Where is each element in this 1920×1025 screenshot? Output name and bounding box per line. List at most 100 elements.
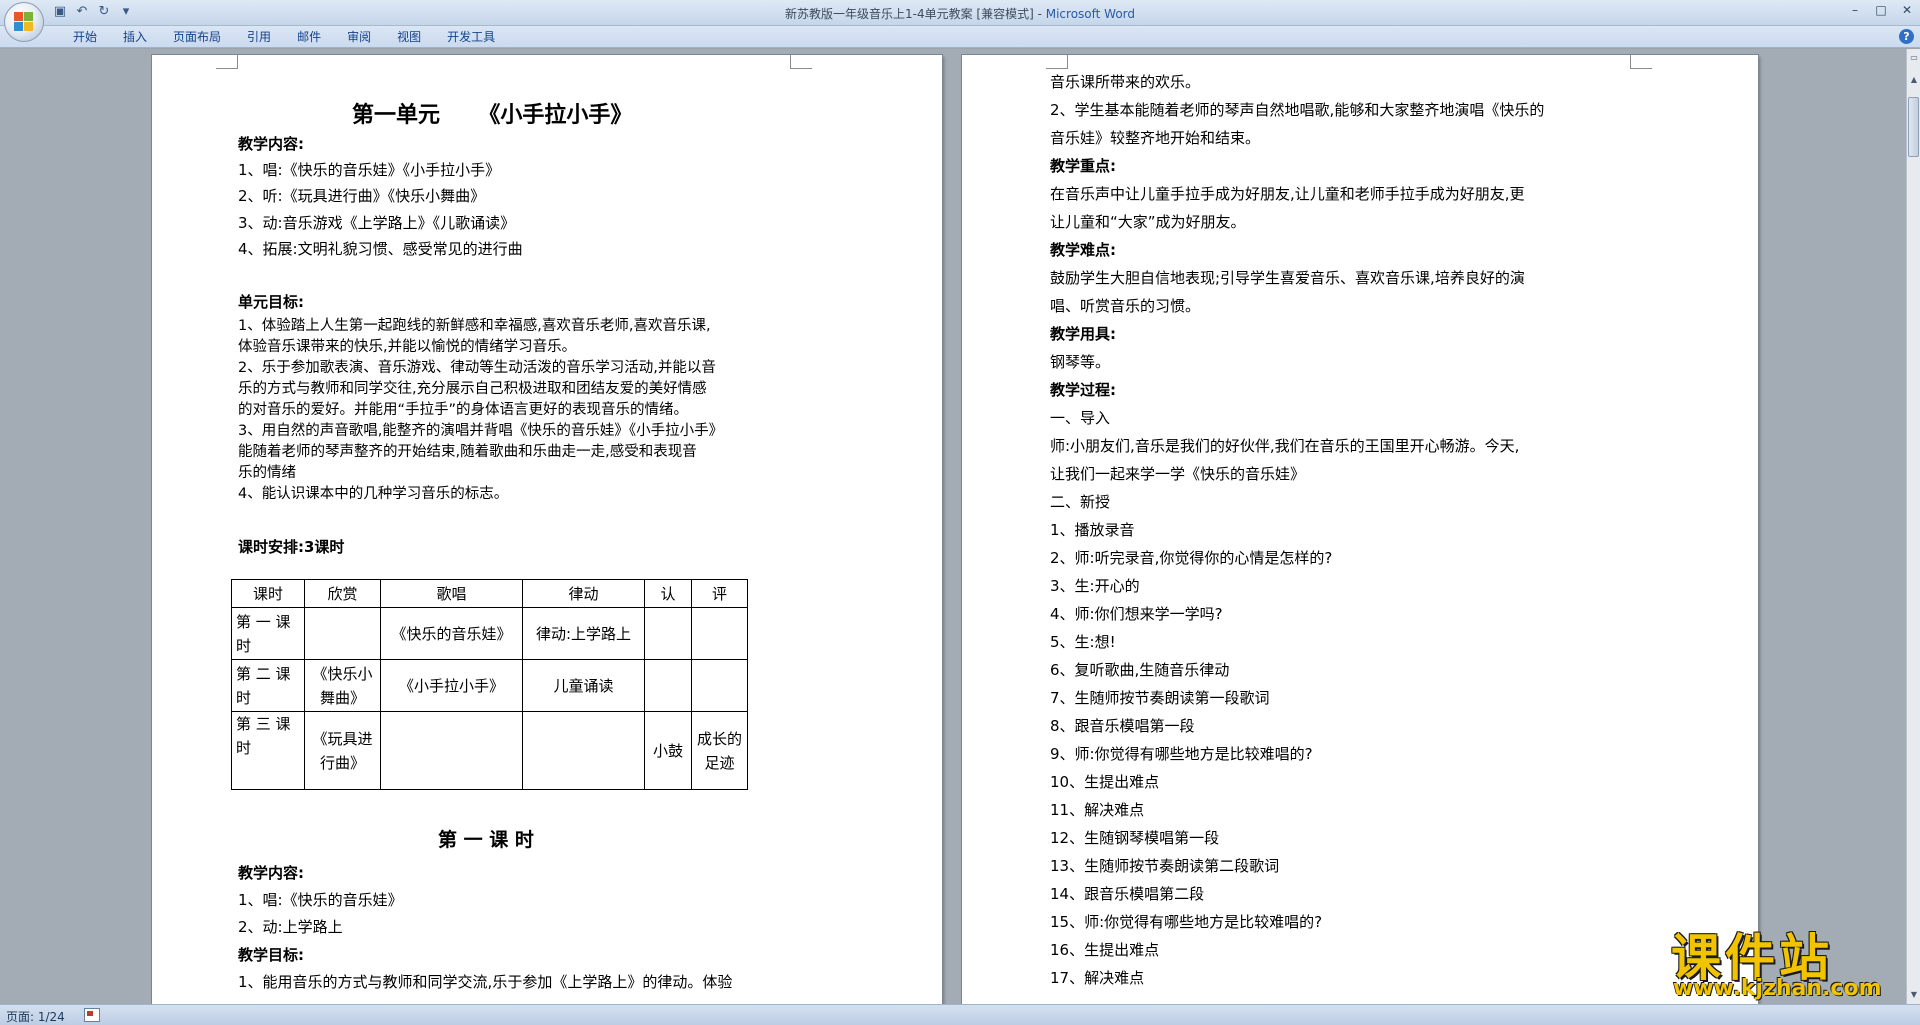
table-cell xyxy=(522,711,645,790)
goals-line: 1、体验踏上人生第一起跑线的新鲜感和幸福感,喜欢音乐老师,喜欢音乐课, xyxy=(238,318,711,334)
goals-line: 乐的方式与教师和同学交往,充分展示自己积极进取和团结友爱的美好情感 xyxy=(238,381,707,397)
lesson-item: 1、唱:《快乐的音乐娃》 xyxy=(238,891,403,909)
content-item: 3、动:音乐游戏《上学路上》《儿歌诵读》 xyxy=(238,214,516,232)
watermark-logo: 课件站 www.kjzhan.com xyxy=(1665,918,1915,1004)
page-1[interactable]: 第一单元 《小手拉小手》 教学内容: 1、唱:《快乐的音乐娃》《小手拉小手》 2… xyxy=(152,55,942,1004)
table-cell xyxy=(691,659,748,712)
table-cell: 第 二 课 时 xyxy=(231,659,305,712)
body-line: 唱、听赏音乐的习惯。 xyxy=(1050,297,1201,315)
table-cell: 成长的足迹 xyxy=(691,711,748,790)
table-row: 第 二 课 时 《快乐小舞曲》 《小手拉小手》 儿童诵读 xyxy=(231,659,748,712)
page-2[interactable]: 音乐课所带来的欢乐。 2、学生基本能随着老师的琴声自然地唱歌,能够和大家整齐地演唱… xyxy=(962,55,1758,1004)
body-line: 4、师:你们想来学一学吗? xyxy=(1050,605,1223,623)
content-item: 1、唱:《快乐的音乐娃》《小手拉小手》 xyxy=(238,161,501,179)
table-header-row: 课时 欣赏 歌唱 律动 认 评 xyxy=(231,579,748,608)
table-cell: 《小手拉小手》 xyxy=(380,659,523,712)
body-line: 14、跟音乐模唱第二段 xyxy=(1050,885,1205,903)
tab-page-layout[interactable]: 页面布局 xyxy=(160,29,234,45)
table-header-cell: 评 xyxy=(691,579,748,608)
table-cell: 律动:上学路上 xyxy=(522,607,645,660)
goals-line: 体验音乐课带来的快乐,并能以愉悦的情绪学习音乐。 xyxy=(238,339,577,355)
tab-view[interactable]: 视图 xyxy=(384,29,434,45)
body-line: 12、生随钢琴模唱第一段 xyxy=(1050,829,1220,847)
ruler-toggle-icon[interactable]: ▭ xyxy=(1907,51,1920,65)
tab-mailings[interactable]: 邮件 xyxy=(284,29,334,45)
page-indicator[interactable]: 页面: 1/24 xyxy=(6,1008,65,1025)
scroll-thumb[interactable] xyxy=(1908,97,1919,157)
body-line: 在音乐声中让儿童手拉手成为好朋友,让儿童和老师手拉手成为好朋友,更 xyxy=(1050,185,1525,203)
content-heading: 教学内容: xyxy=(238,135,304,153)
goals-heading: 单元目标: xyxy=(238,293,304,311)
table-cell: 《玩具进行曲》 xyxy=(304,711,381,790)
lesson-goal-line: 1、能用音乐的方式与教师和同学交流,乐于参加《上学路上》的律动。体验 xyxy=(238,973,733,991)
ribbon-tabs: 开始 插入 页面布局 引用 邮件 审阅 视图 开发工具 xyxy=(60,29,508,45)
body-line: 师:小朋友们,音乐是我们的好伙伴,我们在音乐的王国里开心畅游。今天, xyxy=(1050,437,1520,455)
maximize-icon[interactable]: □ xyxy=(1874,3,1888,17)
body-line: 音乐娃》较整齐地开始和结束。 xyxy=(1050,129,1261,147)
body-line: 钢琴等。 xyxy=(1050,353,1111,371)
table-cell: 《快乐的音乐娃》 xyxy=(380,607,523,660)
tab-references[interactable]: 引用 xyxy=(234,29,284,45)
goals-line: 2、乐于参加歌表演、音乐游戏、律动等生动活泼的音乐学习活动,并能以音 xyxy=(238,360,716,376)
scroll-up-icon[interactable]: ▲ xyxy=(1907,73,1920,87)
body-line: 11、解决难点 xyxy=(1050,801,1145,819)
table-cell xyxy=(380,711,523,790)
office-button[interactable] xyxy=(4,2,44,42)
help-icon[interactable]: ? xyxy=(1899,29,1914,44)
table-header-cell: 课时 xyxy=(231,579,305,608)
table-header-cell: 欣赏 xyxy=(304,579,381,608)
body-line: 6、复听歌曲,生随音乐律动 xyxy=(1050,661,1230,679)
margin-corner xyxy=(790,55,812,69)
body-line: 13、生随师按节奏朗读第二段歌词 xyxy=(1050,857,1280,875)
body-line: 17、解决难点 xyxy=(1050,969,1145,987)
margin-corner xyxy=(1630,55,1652,69)
margin-corner xyxy=(216,55,238,69)
body-line: 2、师:听完录音,你觉得你的心情是怎样的? xyxy=(1050,549,1333,567)
app-name: Microsoft Word xyxy=(1045,7,1136,21)
minimize-icon[interactable]: – xyxy=(1848,3,1862,17)
table-cell xyxy=(644,607,692,660)
body-line: 一、导入 xyxy=(1050,409,1111,427)
body-line: 二、新授 xyxy=(1050,493,1111,511)
content-item: 4、拓展:文明礼貌习惯、感受常见的进行曲 xyxy=(238,240,523,258)
content-item: 2、听:《玩具进行曲》《快乐小舞曲》 xyxy=(238,187,486,205)
body-line: 8、跟音乐模唱第一段 xyxy=(1050,717,1195,735)
window-title: 新苏教版一年级音乐上1-4单元教案 [兼容模式] - Microsoft Wor… xyxy=(0,5,1920,22)
close-icon[interactable]: ✕ xyxy=(1900,3,1914,17)
body-line: 让儿童和“大家”成为好朋友。 xyxy=(1050,213,1246,231)
goals-line: 3、用自然的声音歌唱,能整齐的演唱并背唱《快乐的音乐娃》《小手拉小手》 xyxy=(238,423,724,439)
section-heading: 教学难点: xyxy=(1050,241,1116,259)
unit-title: 第一单元 《小手拉小手》 xyxy=(352,103,633,128)
table-cell: 《快乐小舞曲》 xyxy=(304,659,381,712)
window-controls: – □ ✕ xyxy=(1848,3,1914,17)
margin-corner xyxy=(1046,55,1068,69)
office-logo-icon xyxy=(14,12,34,32)
section-heading: 教学过程: xyxy=(1050,381,1116,399)
tab-review[interactable]: 审阅 xyxy=(334,29,384,45)
tab-developer[interactable]: 开发工具 xyxy=(434,29,508,45)
lesson-title: 第 一 课 时 xyxy=(438,829,534,851)
table-cell xyxy=(644,659,692,712)
goals-line: 的对音乐的爱好。并能用“手拉手”的身体语言更好的表现音乐的情绪。 xyxy=(238,402,689,418)
body-line: 3、生:开心的 xyxy=(1050,577,1140,595)
goals-line: 乐的情绪 xyxy=(238,465,296,481)
tab-insert[interactable]: 插入 xyxy=(110,29,160,45)
vertical-scrollbar[interactable]: ▭ ▲ ▼ xyxy=(1906,49,1920,1004)
table-cell xyxy=(304,607,381,660)
title-bar: ▣ ↶ ↻ ▾ 新苏教版一年级音乐上1-4单元教案 [兼容模式] - Micro… xyxy=(0,0,1920,26)
document-workspace[interactable]: 第一单元 《小手拉小手》 教学内容: 1、唱:《快乐的音乐娃》《小手拉小手》 2… xyxy=(0,49,1906,1004)
tab-home[interactable]: 开始 xyxy=(60,29,110,45)
lesson-goal-heading: 教学目标: xyxy=(238,946,304,964)
table-cell: 第 一 课 时 xyxy=(231,607,305,660)
body-line: 7、生随师按节奏朗读第一段歌词 xyxy=(1050,689,1270,707)
body-line: 5、生:想! xyxy=(1050,633,1116,651)
table-cell xyxy=(691,607,748,660)
section-heading: 教学用具: xyxy=(1050,325,1116,343)
document-title: 新苏教版一年级音乐上1-4单元教案 [兼容模式] - xyxy=(784,7,1046,21)
proofing-icon[interactable] xyxy=(84,1008,100,1022)
body-line: 9、师:你觉得有哪些地方是比较难唱的? xyxy=(1050,745,1313,763)
body-line: 2、学生基本能随着老师的琴声自然地唱歌,能够和大家整齐地演唱《快乐的 xyxy=(1050,101,1545,119)
body-line: 鼓励学生大胆自信地表现;引导学生喜爱音乐、喜欢音乐课,培养良好的演 xyxy=(1050,269,1525,287)
body-line: 音乐课所带来的欢乐。 xyxy=(1050,73,1201,91)
body-line: 16、生提出难点 xyxy=(1050,941,1160,959)
